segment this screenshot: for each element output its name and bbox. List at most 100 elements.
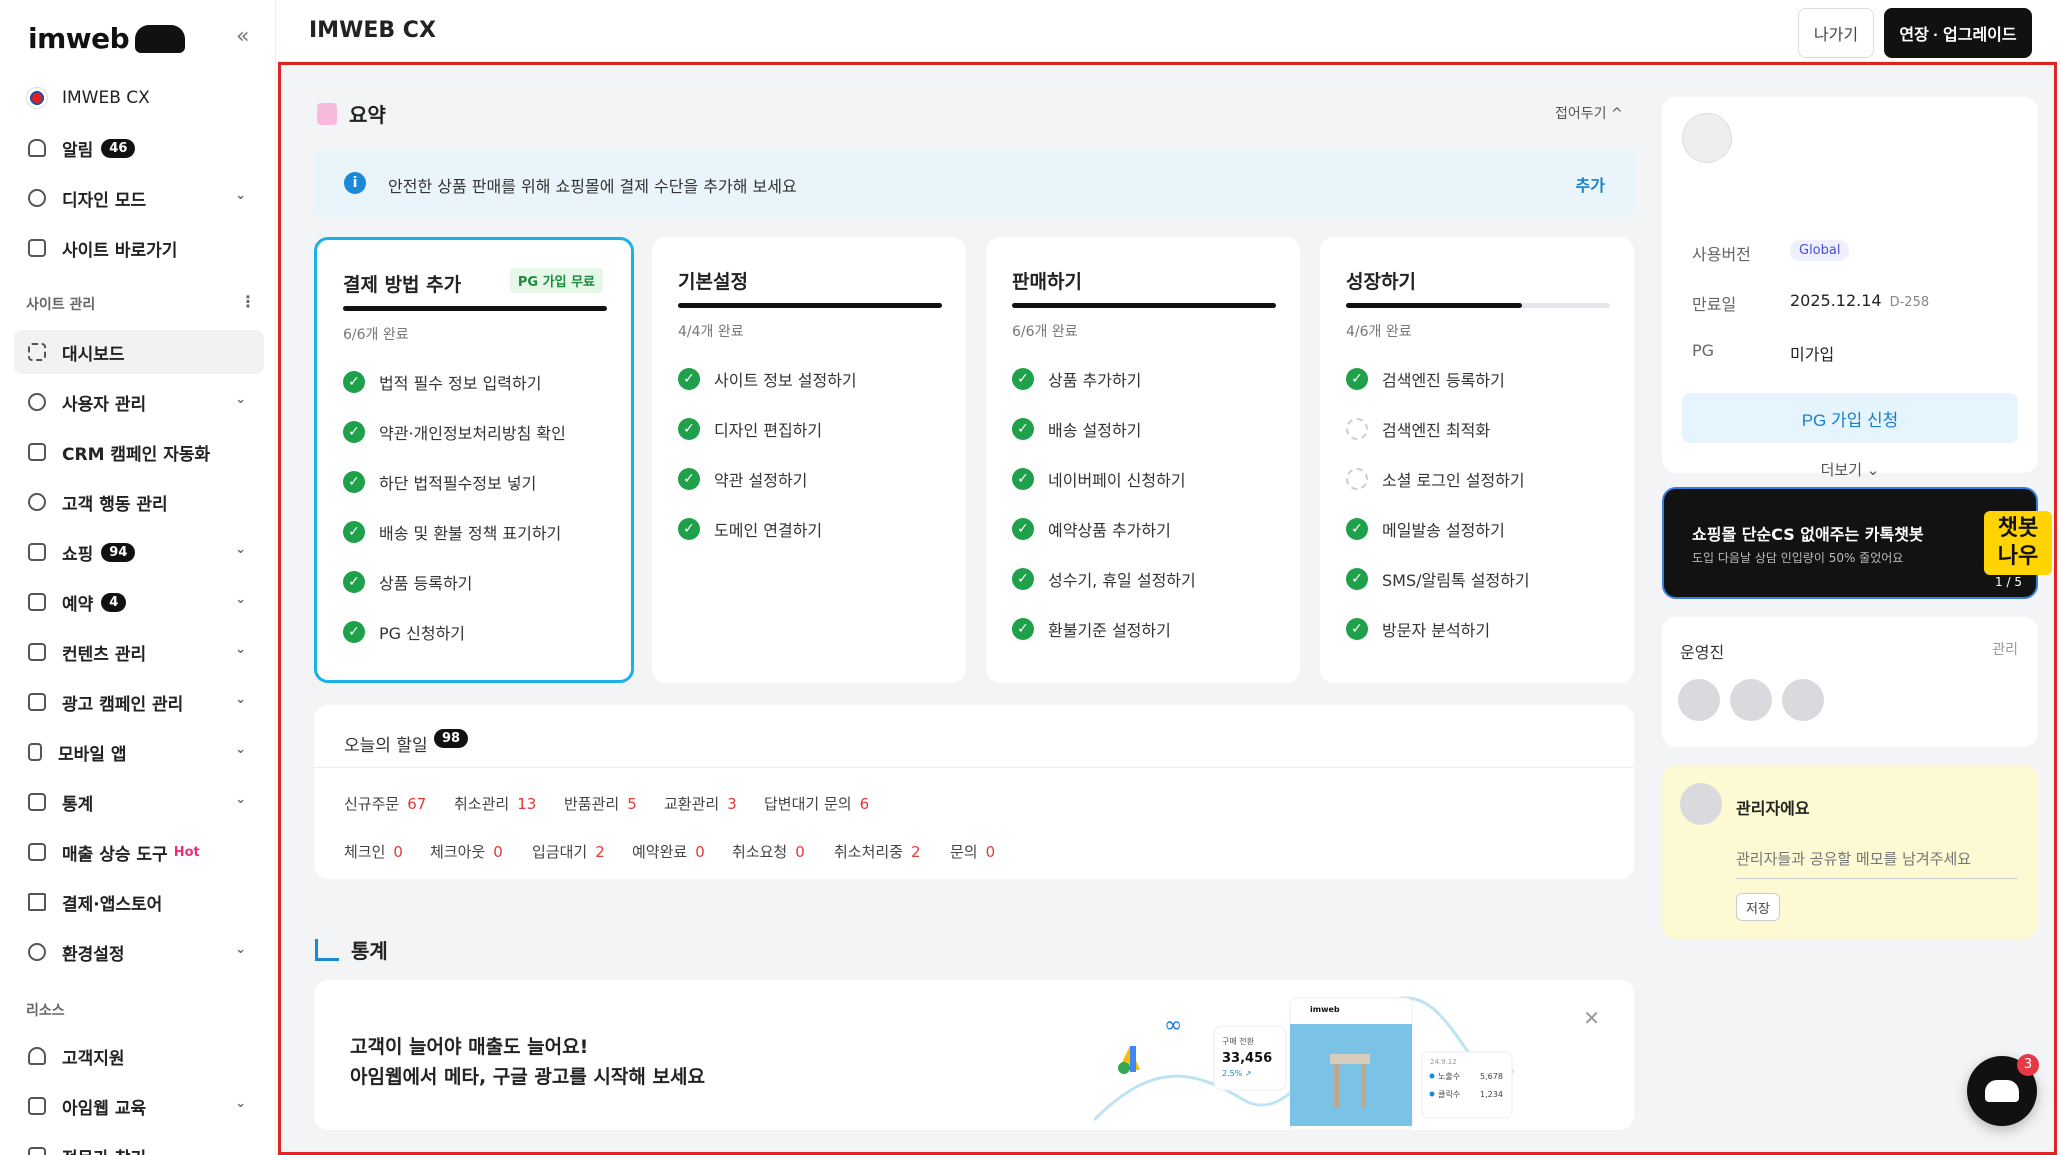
version-badge: Global — [1790, 240, 1850, 261]
sidebar-item-education[interactable]: 아임웹 교육 ⌄ — [14, 1084, 264, 1128]
todo-question[interactable]: 문의 0 — [950, 841, 995, 862]
svg-text:1,234: 1,234 — [1480, 1090, 1503, 1099]
sidebar-item-dashboard[interactable]: 대시보드 — [14, 330, 264, 374]
todo-cancel-processing[interactable]: 취소처리중 2 — [834, 841, 921, 862]
site-selector[interactable]: IMWEB CX — [14, 80, 264, 116]
todo-exchange[interactable]: 교환관리 3 — [664, 793, 737, 814]
todo-reserved[interactable]: 예약완료 0 — [632, 841, 705, 862]
memo-input[interactable] — [1736, 839, 2018, 879]
chatbot-banner[interactable]: 쇼핑몰 단순CS 없애주는 카톡챗봇 도입 다음날 상담 인입량이 50% 줄었… — [1662, 487, 2052, 599]
sidebar-item-content[interactable]: 컨텐츠 관리 ⌄ — [14, 630, 264, 674]
imweb-logo-mark-icon — [135, 24, 186, 53]
chat-fab-button[interactable]: 3 — [1967, 1054, 2039, 1126]
notice-add-link[interactable]: 추가 — [1576, 172, 1605, 196]
check-icon: ✓ — [1012, 618, 1034, 640]
search-person-icon — [28, 1147, 46, 1155]
mobile-icon — [28, 743, 42, 761]
task-item[interactable]: ✓ 예약상품 추가하기 — [1012, 517, 1171, 541]
palette-icon — [28, 189, 46, 207]
more-vertical-icon[interactable]: ⋮ — [240, 292, 256, 311]
task-item[interactable]: ✓ 배송 및 환불 정책 표기하기 — [343, 520, 561, 544]
memo-save-button[interactable]: 저장 — [1736, 893, 1780, 921]
ad-promo-card[interactable]: 고객이 늘어야 매출도 늘어요! 아임웹에서 메타, 구글 광고를 시작해 보세… — [314, 980, 1634, 1130]
sidebar-item-sales-tools[interactable]: 매출 상승 도구 Hot — [14, 830, 264, 874]
sidebar-item-shopping[interactable]: 쇼핑 94 ⌄ — [14, 530, 264, 574]
todo-return[interactable]: 반품관리 5 — [564, 793, 637, 814]
sidebar-item-alerts[interactable]: 알림 46 — [14, 126, 264, 170]
task-item[interactable]: ✓ 배송 설정하기 — [1012, 417, 1141, 441]
upgrade-button[interactable]: 연장 · 업그레이드 — [1884, 8, 2032, 58]
sidebar-item-payment-appstore[interactable]: 결제·앱스토어 — [14, 880, 264, 924]
bell-icon — [28, 139, 46, 157]
todo-cancel[interactable]: 취소관리 13 — [454, 793, 536, 814]
task-card-basic[interactable]: 기본설정 4/4개 완료 ✓ 사이트 정보 설정하기 ✓ 디자인 편집하기 ✓ 약관 … — [652, 237, 966, 683]
pending-circle-icon — [1346, 418, 1368, 440]
check-icon: ✓ — [678, 368, 700, 390]
check-icon: ✓ — [1346, 518, 1368, 540]
sidebar-item-behavior[interactable]: 고객 행동 관리 — [14, 480, 264, 524]
task-item[interactable]: ✓ PG 신청하기 — [343, 620, 465, 644]
lightning-icon — [28, 893, 46, 911]
task-item[interactable]: ✓ 메일발송 설정하기 — [1346, 517, 1505, 541]
sidebar-item-users[interactable]: 사용자 관리 ⌄ — [14, 380, 264, 424]
sidebar-item-experts[interactable]: 전문가 찾기 — [14, 1134, 264, 1155]
chevron-down-icon: ⌄ — [235, 692, 246, 707]
task-item[interactable]: ✓ 약관·개인정보처리방침 확인 — [343, 420, 566, 444]
imweb-logo[interactable]: imweb — [28, 22, 186, 55]
todo-checkout[interactable]: 체크아웃 0 — [430, 841, 503, 862]
korea-flag-icon — [26, 87, 48, 109]
sidebar-item-mobile-app[interactable]: 모바일 앱 ⌄ — [14, 730, 264, 774]
task-item[interactable]: ✓ 환불기준 설정하기 — [1012, 617, 1171, 641]
check-icon: ✓ — [343, 521, 365, 543]
close-icon[interactable]: ✕ — [1583, 1006, 1600, 1030]
todo-pending-payment[interactable]: 입금대기 2 — [532, 841, 605, 862]
sidebar-item-design-mode[interactable]: 디자인 모드 ⌄ — [14, 176, 264, 220]
todo-new-order[interactable]: 신규주문 67 — [344, 793, 426, 814]
task-item[interactable]: ✓ 법적 필수 정보 입력하기 — [343, 370, 541, 394]
book-icon — [28, 1097, 46, 1115]
task-item[interactable]: 소셜 로그인 설정하기 — [1346, 467, 1525, 491]
svg-text:클릭수: 클릭수 — [1438, 1089, 1460, 1099]
team-manage-link[interactable]: 관리 — [1992, 639, 2018, 659]
task-item[interactable]: ✓ 네이버페이 신청하기 — [1012, 467, 1186, 491]
avatar — [1730, 679, 1772, 721]
task-item[interactable]: 검색엔진 최적화 — [1346, 417, 1490, 441]
task-item[interactable]: ✓ 디자인 편집하기 — [678, 417, 822, 441]
task-card-sell[interactable]: 판매하기 6/6개 완료 ✓ 상품 추가하기 ✓ 배송 설정하기 ✓ 네이버페이 신청… — [986, 237, 1300, 683]
collapse-sidebar-icon[interactable]: « — [236, 24, 249, 49]
sidebar-item-visit-site[interactable]: 사이트 바로가기 — [14, 226, 264, 270]
task-item[interactable]: ✓ 상품 등록하기 — [343, 570, 472, 594]
task-card-grow[interactable]: 성장하기 4/6개 완료 ✓ 검색엔진 등록하기 검색엔진 최적화 소셜 로그인 … — [1320, 237, 1634, 683]
todo-cancel-request[interactable]: 취소요청 0 — [732, 841, 805, 862]
task-item[interactable]: ✓ 사이트 정보 설정하기 — [678, 367, 857, 391]
sidebar-item-crm[interactable]: CRM 캠페인 자동화 — [14, 430, 264, 474]
chevron-down-icon: ⌄ — [235, 392, 246, 407]
sidebar-item-support[interactable]: 고객지원 — [14, 1034, 264, 1078]
fold-toggle[interactable]: 접어두기 ^ — [1555, 103, 1623, 123]
sidebar-item-settings[interactable]: 환경설정 ⌄ — [14, 930, 264, 974]
avatar — [1782, 679, 1824, 721]
shopping-bag-icon — [28, 543, 46, 561]
exit-button[interactable]: 나가기 — [1798, 8, 1874, 58]
task-card-payment[interactable]: 결제 방법 추가 PG 가입 무료 6/6개 완료 ✓ 법적 필수 정보 입력하기… — [314, 237, 634, 683]
task-item[interactable]: ✓ 도메인 연결하기 — [678, 517, 822, 541]
task-item[interactable]: ✓ 상품 추가하기 — [1012, 367, 1141, 391]
sidebar-item-ad-campaign[interactable]: 광고 캠페인 관리 ⌄ — [14, 680, 264, 724]
task-item[interactable]: ✓ 검색엔진 등록하기 — [1346, 367, 1505, 391]
sidebar-item-reservation[interactable]: 예약 4 ⌄ — [14, 580, 264, 624]
task-item[interactable]: ✓ 하단 법적필수정보 넣기 — [343, 470, 536, 494]
today-todo-card: 오늘의 할일 98 신규주문 67 취소관리 13 반품관리 5 교환관리 3 답변대기… — [314, 705, 1634, 879]
grid-icon — [28, 343, 46, 361]
task-item[interactable]: ✓ 성수기, 휴일 설정하기 — [1012, 567, 1196, 591]
user-icon — [28, 393, 46, 411]
task-item[interactable]: ✓ 방문자 분석하기 — [1346, 617, 1490, 641]
task-item[interactable]: ✓ SMS/알림톡 설정하기 — [1346, 567, 1530, 591]
todo-inquiry[interactable]: 답변대기 문의 6 — [764, 793, 869, 814]
sidebar-item-statistics[interactable]: 통계 ⌄ — [14, 780, 264, 824]
more-toggle[interactable]: 더보기 ⌄ — [1662, 459, 2038, 480]
banner-pagination[interactable]: 1 / 5 — [1995, 575, 2022, 589]
todo-checkin[interactable]: 체크인 0 — [344, 841, 403, 862]
stats-heading: 통계 — [315, 935, 388, 964]
pg-apply-button[interactable]: PG 가입 신청 — [1682, 393, 2018, 443]
task-item[interactable]: ✓ 약관 설정하기 — [678, 467, 807, 491]
